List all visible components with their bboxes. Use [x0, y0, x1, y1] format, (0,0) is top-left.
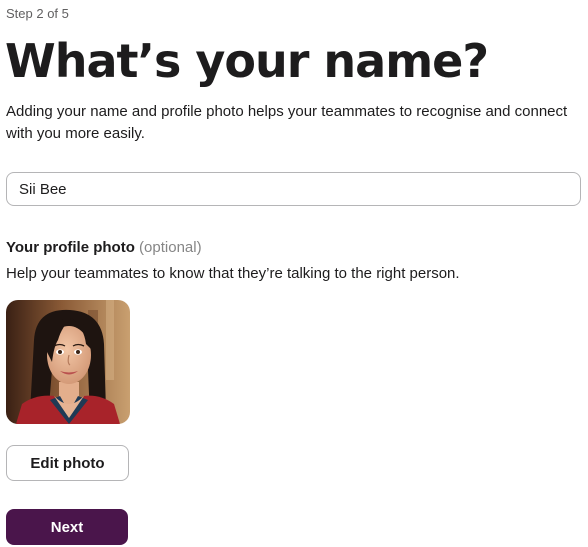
full-name-input[interactable]	[6, 172, 581, 206]
profile-photo-title: Your profile photo	[6, 239, 135, 256]
step-indicator: Step 2 of 5	[6, 6, 69, 21]
avatar-image	[6, 300, 130, 424]
edit-photo-button[interactable]: Edit photo	[6, 445, 129, 481]
profile-photo-avatar	[6, 300, 130, 424]
page-title: What’s your name?	[5, 34, 489, 88]
page-subtitle: Adding your name and profile photo helps…	[6, 103, 568, 142]
next-button[interactable]: Next	[6, 509, 128, 545]
optional-tag: (optional)	[139, 239, 202, 256]
profile-setup-page: Step 2 of 5 What’s your name? Adding you…	[0, 0, 588, 547]
profile-photo-help: Help your teammates to know that they’re…	[6, 265, 460, 282]
profile-photo-label: Your profile photo (optional)	[6, 239, 202, 257]
